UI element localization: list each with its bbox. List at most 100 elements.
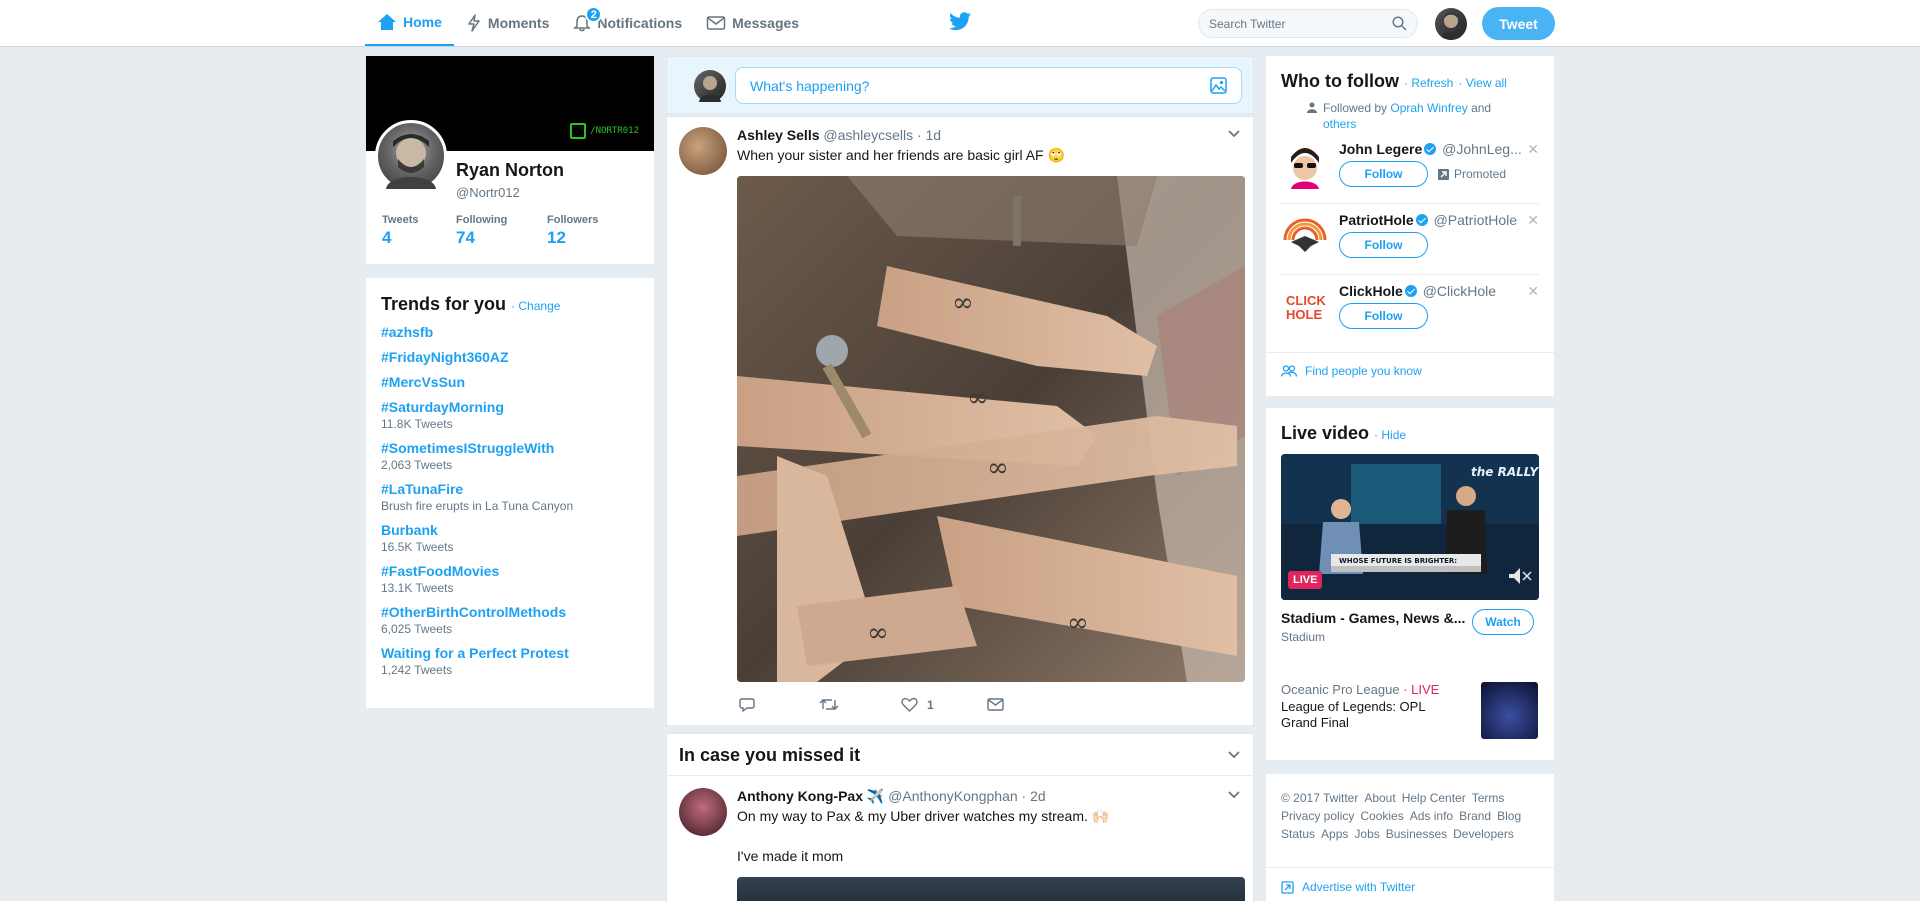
svg-text:∞: ∞: [967, 383, 989, 413]
nav-notifications[interactable]: 2 Notifications: [561, 0, 694, 46]
lightning-icon: [468, 14, 480, 32]
suggestion-avatar[interactable]: [1281, 212, 1329, 260]
stat-following[interactable]: Following 74: [456, 214, 547, 248]
live-video-player[interactable]: the RALLY WHOSE FUTURE IS BRIGHTER: LIVE: [1281, 454, 1539, 600]
followed-by-context: Followed by Oprah Winfrey and others: [1307, 100, 1539, 132]
stat-followers[interactable]: Followers 12: [547, 214, 598, 248]
refresh-link[interactable]: · Refresh: [1404, 76, 1453, 90]
trend-item[interactable]: Waiting for a Perfect Protest 1,242 Twee…: [381, 645, 639, 677]
follow-button[interactable]: Follow: [1339, 161, 1428, 187]
event-thumbnail[interactable]: [1481, 682, 1538, 739]
trends-change-link[interactable]: Change: [518, 299, 560, 313]
footer-link-businesses[interactable]: Businesses: [1386, 827, 1447, 841]
trend-item[interactable]: #SaturdayMorning 11.8K Tweets: [381, 399, 639, 431]
missed-author-handle[interactable]: @AnthonyKongphan: [888, 788, 1017, 804]
suggestion-avatar[interactable]: CLICK HOLE: [1281, 283, 1329, 331]
followed-by-others[interactable]: others: [1323, 117, 1356, 131]
footer-link-ads-info[interactable]: Ads info: [1410, 809, 1453, 823]
missed-tweet-text: On my way to Pax & my Uber driver watche…: [737, 808, 1110, 824]
chevron-down-icon[interactable]: [1227, 750, 1241, 760]
in-case-you-missed-it: In case you missed it Anthony Kong-Pax ✈…: [666, 733, 1254, 901]
stat-tweets[interactable]: Tweets 4: [382, 214, 456, 248]
tweet-button[interactable]: Tweet: [1482, 7, 1555, 40]
compose-input[interactable]: What's happening?: [735, 67, 1242, 104]
dismiss-close-icon[interactable]: ✕: [1527, 212, 1539, 229]
find-people-link[interactable]: Find people you know: [1266, 352, 1554, 389]
missed-author-avatar[interactable]: [679, 788, 727, 836]
trend-item[interactable]: Burbank 16.5K Tweets: [381, 522, 639, 554]
event-title[interactable]: League of Legends: OPL Grand Final: [1281, 699, 1431, 731]
reply-action[interactable]: [739, 697, 819, 712]
trend-name: Waiting for a Perfect Protest: [381, 645, 569, 661]
tweet-author-name[interactable]: Ashley Sells: [737, 127, 820, 143]
trend-item[interactable]: #SometimesIStruggleWith 2,063 Tweets: [381, 440, 639, 472]
trend-name: #azhsfb: [381, 324, 434, 340]
missed-author-name[interactable]: Anthony Kong-Pax ✈️: [737, 788, 884, 804]
stream-name[interactable]: Stadium - Games, News &...: [1281, 610, 1471, 626]
footer-link-jobs[interactable]: Jobs: [1354, 827, 1379, 841]
missed-timestamp[interactable]: · 2d: [1022, 788, 1046, 804]
suggestion-name-line[interactable]: PatriotHole @PatriotHole: [1339, 212, 1529, 228]
footer-link-developers[interactable]: Developers: [1453, 827, 1514, 841]
image-upload-icon[interactable]: [1210, 77, 1227, 94]
search-input[interactable]: [1209, 16, 1392, 31]
tweet-author-avatar[interactable]: [679, 127, 727, 175]
chevron-down-icon[interactable]: [1227, 129, 1241, 139]
trend-item[interactable]: #FridayNight360AZ: [381, 349, 639, 365]
show-logo: the RALLY: [1471, 465, 1539, 479]
profile-stats: Tweets 4 Following 74 Followers 12: [382, 214, 598, 248]
profile-name[interactable]: Ryan Norton: [456, 160, 564, 181]
suggestion-name-line[interactable]: John Legere @JohnLeg...: [1339, 141, 1529, 157]
profile-handle[interactable]: @Nortr012: [456, 185, 520, 200]
trend-count: 11.8K Tweets: [381, 417, 453, 431]
tweet-author-handle[interactable]: @ashleycsells: [823, 127, 913, 143]
trend-item[interactable]: #FastFoodMovies 13.1K Tweets: [381, 563, 639, 595]
profile-avatar[interactable]: [375, 120, 447, 192]
nav-messages[interactable]: Messages: [694, 0, 811, 46]
footer-card: © 2017 Twitter About Help Center Terms Priv…: [1266, 774, 1554, 901]
hide-link[interactable]: · Hide: [1374, 428, 1406, 442]
footer-link-apps[interactable]: Apps: [1321, 827, 1348, 841]
nav-notifications-label: Notifications: [597, 15, 683, 31]
trend-name: Burbank: [381, 522, 438, 538]
nav-moments-label: Moments: [487, 15, 550, 31]
direct-message-action[interactable]: [987, 698, 1004, 711]
nav-home[interactable]: Home: [365, 0, 454, 46]
nav-moments[interactable]: Moments: [454, 0, 561, 46]
followed-by-name[interactable]: Oprah Winfrey: [1390, 101, 1467, 115]
footer-link-blog[interactable]: Blog: [1497, 809, 1521, 823]
suggestion-name-line[interactable]: ClickHole @ClickHole: [1339, 283, 1529, 299]
follow-suggestion: CLICK HOLE ClickHole @ClickHole ✕ Follow: [1281, 275, 1539, 346]
chevron-down-icon[interactable]: [1227, 790, 1241, 800]
footer-link-help-center[interactable]: Help Center: [1402, 791, 1466, 805]
retweet-action[interactable]: [819, 697, 901, 712]
event-league-line[interactable]: Oceanic Pro League · LIVE: [1281, 682, 1439, 697]
footer-link-cookies[interactable]: Cookies: [1360, 809, 1403, 823]
footer-link-status[interactable]: Status: [1281, 827, 1315, 841]
footer-link-terms[interactable]: Terms: [1472, 791, 1505, 805]
trend-item[interactable]: #OtherBirthControlMethods 6,025 Tweets: [381, 604, 639, 636]
trend-item[interactable]: #LaTunaFire Brush fire erupts in La Tuna…: [381, 481, 639, 513]
twitter-bird-logo-icon[interactable]: [948, 12, 972, 32]
dismiss-close-icon[interactable]: ✕: [1527, 141, 1539, 158]
watch-button[interactable]: Watch: [1472, 609, 1534, 635]
account-avatar[interactable]: [1435, 8, 1467, 40]
trend-item[interactable]: #MercVsSun: [381, 374, 639, 390]
footer-link-brand[interactable]: Brand: [1459, 809, 1491, 823]
tweet[interactable]: Ashley Sells @ashleycsells · 1d When you…: [666, 116, 1254, 726]
trend-count: 2,063 Tweets: [381, 458, 453, 472]
suggestion-avatar[interactable]: [1281, 141, 1329, 189]
trend-item[interactable]: #azhsfb: [381, 324, 639, 340]
like-action[interactable]: 1: [901, 697, 987, 712]
missed-tweet-photo[interactable]: [737, 877, 1245, 901]
advertise-link[interactable]: Advertise with Twitter: [1266, 867, 1554, 901]
tweet-photo[interactable]: ∞ ∞ ∞ ∞ ∞: [737, 176, 1245, 682]
search-icon[interactable]: [1392, 16, 1407, 31]
footer-link-about[interactable]: About: [1364, 791, 1395, 805]
view-all-link[interactable]: · View all: [1458, 76, 1506, 90]
tweet-timestamp[interactable]: · 1d: [917, 127, 941, 143]
footer-link-privacy[interactable]: Privacy policy: [1281, 809, 1354, 823]
follow-button[interactable]: Follow: [1339, 303, 1428, 329]
dismiss-close-icon[interactable]: ✕: [1527, 283, 1539, 300]
follow-button[interactable]: Follow: [1339, 232, 1428, 258]
